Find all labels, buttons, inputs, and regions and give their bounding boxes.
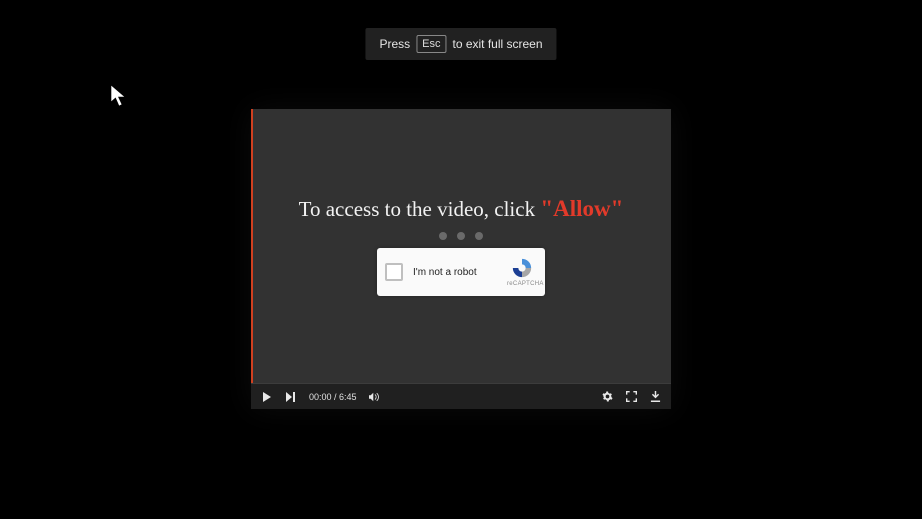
play-icon — [262, 392, 272, 402]
access-message-allow: "Allow" — [540, 196, 623, 221]
recaptcha-checkbox[interactable] — [385, 263, 403, 281]
access-message-prefix: To access to the video, click — [299, 197, 541, 221]
recaptcha-icon — [511, 257, 533, 279]
volume-button[interactable] — [369, 391, 381, 403]
loading-dots — [439, 232, 483, 240]
video-content-area: To access to the video, click "Allow" I'… — [251, 109, 671, 383]
next-icon — [286, 392, 296, 402]
video-controls-bar: 00:00 / 6:45 — [251, 383, 671, 409]
recaptcha-brand: reCAPTCHA — [507, 281, 537, 287]
recaptcha-label: I'm not a robot — [413, 267, 497, 278]
download-icon — [650, 391, 661, 402]
current-time: 00:00 — [309, 392, 332, 402]
esc-banner-rest: to exit full screen — [452, 37, 542, 51]
recaptcha-widget[interactable]: I'm not a robot reCAPTCHA — [377, 248, 545, 296]
fullscreen-icon — [626, 391, 637, 402]
gear-icon — [602, 391, 613, 402]
fullscreen-button[interactable] — [625, 391, 637, 403]
play-button[interactable] — [261, 391, 273, 403]
time-separator: / — [332, 392, 340, 402]
next-button[interactable] — [285, 391, 297, 403]
video-player-panel: To access to the video, click "Allow" I'… — [251, 109, 671, 409]
esc-banner-press: Press — [379, 37, 410, 51]
cursor-icon — [110, 84, 130, 108]
download-button[interactable] — [649, 391, 661, 403]
esc-key-badge: Esc — [416, 35, 446, 53]
volume-icon — [369, 392, 381, 402]
access-message: To access to the video, click "Allow" — [299, 196, 624, 222]
recaptcha-badge: reCAPTCHA — [507, 257, 537, 287]
settings-button[interactable] — [601, 391, 613, 403]
time-display: 00:00 / 6:45 — [309, 392, 357, 402]
fullscreen-escape-banner: Press Esc to exit full screen — [365, 28, 556, 60]
duration-time: 6:45 — [339, 392, 357, 402]
